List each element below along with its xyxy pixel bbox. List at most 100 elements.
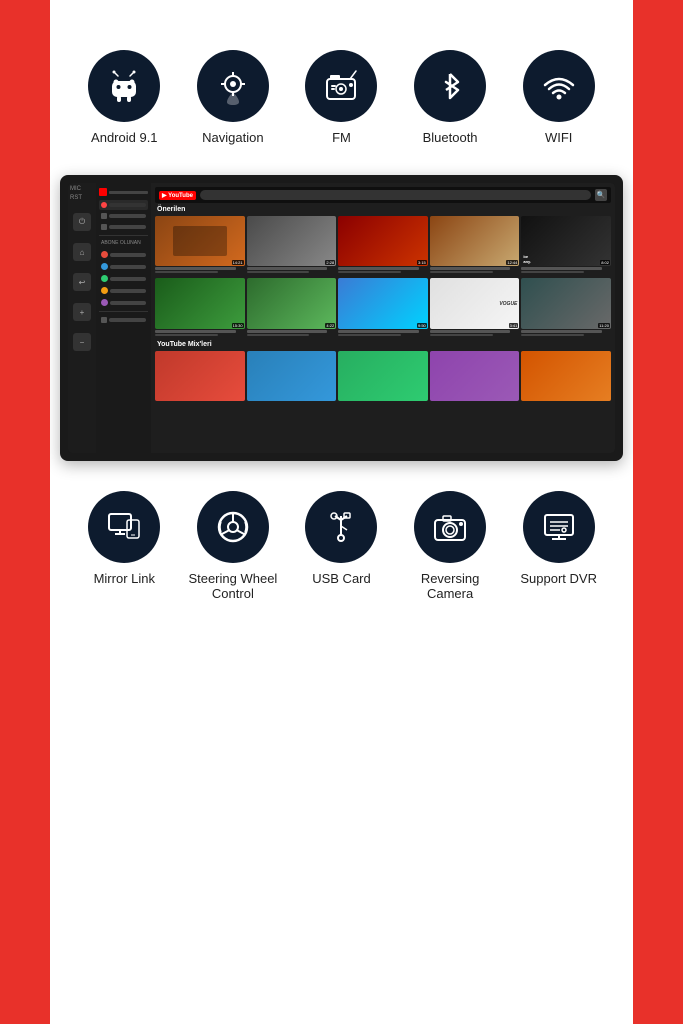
video-info-9: [430, 329, 520, 337]
nav-item-trending[interactable]: [99, 211, 148, 221]
video-thumb-9[interactable]: VOGUE 3:41: [430, 278, 520, 336]
yt-nav-logo: [99, 188, 107, 196]
video-meta-5: [521, 271, 584, 273]
back-sidebar-icon[interactable]: ↩: [73, 273, 91, 291]
support-dvr-icon-circle: [523, 491, 595, 563]
android-icon: [104, 66, 144, 106]
youtube-header: ▶ YouTube 🔍: [155, 187, 611, 203]
navigation-icon: [213, 66, 253, 106]
mix-thumb-4[interactable]: [430, 351, 520, 401]
support-dvr-label: Support DVR: [520, 571, 597, 586]
nav-sub-2[interactable]: [99, 261, 148, 272]
nav-divider-2: [99, 311, 148, 312]
mix-thumb-2[interactable]: [247, 351, 337, 401]
video-title-7: [247, 330, 328, 333]
video-title-6: [155, 330, 236, 333]
video-thumb-7[interactable]: 4:22: [247, 278, 337, 336]
mix-thumb-5[interactable]: [521, 351, 611, 401]
duration-6: 15:30: [232, 323, 244, 328]
video-thumb-5[interactable]: beany. 8:02: [521, 216, 611, 274]
mix-thumb-1[interactable]: [155, 351, 245, 401]
nav-item-home[interactable]: [99, 200, 148, 210]
nav-title-bar: [109, 191, 148, 194]
nav-premium[interactable]: [99, 315, 148, 325]
youtube-content: ▶ YouTube 🔍 Önerilen: [151, 183, 615, 453]
steering-wheel-icon: [212, 506, 254, 548]
side-bar-right: [633, 0, 683, 1024]
navigation-label: Navigation: [202, 130, 263, 145]
video-meta-6: [155, 334, 218, 336]
video-info-5: [521, 266, 611, 274]
vol-dn-sidebar-icon[interactable]: −: [73, 333, 91, 351]
steering-wheel-label: Steering Wheel Control: [188, 571, 278, 601]
navigation-icon-circle: [197, 50, 269, 122]
video-title-8: [338, 330, 419, 333]
yt-search-bar[interactable]: [200, 190, 591, 200]
mirror-link-label: Mirror Link: [94, 571, 155, 586]
video-info-6: [155, 329, 245, 337]
usb-icon: [320, 506, 362, 548]
android-label: Android 9.1: [91, 130, 158, 145]
feature-wifi: WIFI: [514, 50, 604, 145]
power-sidebar-icon[interactable]: ⏻: [73, 213, 91, 231]
vol-up-sidebar-icon[interactable]: +: [73, 303, 91, 321]
feature-fm: FM: [296, 50, 386, 145]
video-thumb-8[interactable]: 9:50: [338, 278, 428, 336]
video-grid-mixes: [155, 351, 611, 401]
video-meta-2: [247, 271, 310, 273]
device-main-area: ABONE OLUNAN: [96, 183, 615, 453]
home-sidebar-icon[interactable]: ⌂: [73, 243, 91, 261]
video-thumb-3[interactable]: 3:15: [338, 216, 428, 274]
duration-5: 8:02: [600, 260, 610, 265]
bluetooth-icon: [430, 66, 470, 106]
fm-icon: [320, 65, 362, 107]
nav-divider: [99, 235, 148, 236]
nav-sub-5[interactable]: [99, 297, 148, 308]
search-icon[interactable]: 🔍: [595, 189, 607, 201]
video-info-1: [155, 266, 245, 274]
video-meta-3: [338, 271, 401, 273]
video-title-9: [430, 330, 511, 333]
device-left-nav: ABONE OLUNAN: [96, 183, 151, 453]
reversing-camera-icon-circle: [414, 491, 486, 563]
duration-3: 3:15: [417, 260, 427, 265]
video-info-3: [338, 266, 428, 274]
yt-logo: ▶ YouTube: [159, 191, 196, 200]
nav-sub-3[interactable]: [99, 273, 148, 284]
video-meta-9: [430, 334, 493, 336]
video-thumb-1[interactable]: 14:21: [155, 216, 245, 274]
nav-header: [99, 188, 148, 196]
nav-sub-1[interactable]: [99, 249, 148, 260]
feature-usb-card: USB Card: [296, 491, 386, 586]
section-recommended-title: Önerilen: [155, 206, 611, 213]
mix-thumb-3[interactable]: [338, 351, 428, 401]
nav-sub-4[interactable]: [99, 285, 148, 296]
android-icon-circle: [88, 50, 160, 122]
usb-card-icon-circle: [305, 491, 377, 563]
mirror-link-icon: [103, 506, 145, 548]
duration-1: 14:21: [232, 260, 244, 265]
video-thumb-2[interactable]: 2:28: [247, 216, 337, 274]
video-title-5: [521, 267, 602, 270]
feature-android: Android 9.1: [79, 50, 169, 145]
reversing-camera-label: Reversing Camera: [405, 571, 495, 601]
feature-mirror-link: Mirror Link: [79, 491, 169, 586]
feature-support-dvr: Support DVR: [514, 491, 604, 586]
video-info-8: [338, 329, 428, 337]
mirror-link-icon-circle: [88, 491, 160, 563]
video-meta-7: [247, 334, 310, 336]
camera-icon: [429, 506, 471, 548]
video-meta-1: [155, 271, 218, 273]
video-info-7: [247, 329, 337, 337]
nav-item-subs[interactable]: [99, 222, 148, 232]
fm-label: FM: [332, 130, 351, 145]
video-thumb-10[interactable]: 11:20: [521, 278, 611, 336]
video-meta-8: [338, 334, 401, 336]
feature-bluetooth: Bluetooth: [405, 50, 495, 145]
video-title-1: [155, 267, 236, 270]
video-thumb-4[interactable]: 12:44: [430, 216, 520, 274]
duration-8: 9:50: [417, 323, 427, 328]
duration-9: 3:41: [509, 323, 519, 328]
video-thumb-6[interactable]: 15:30: [155, 278, 245, 336]
wifi-icon-circle: [523, 50, 595, 122]
